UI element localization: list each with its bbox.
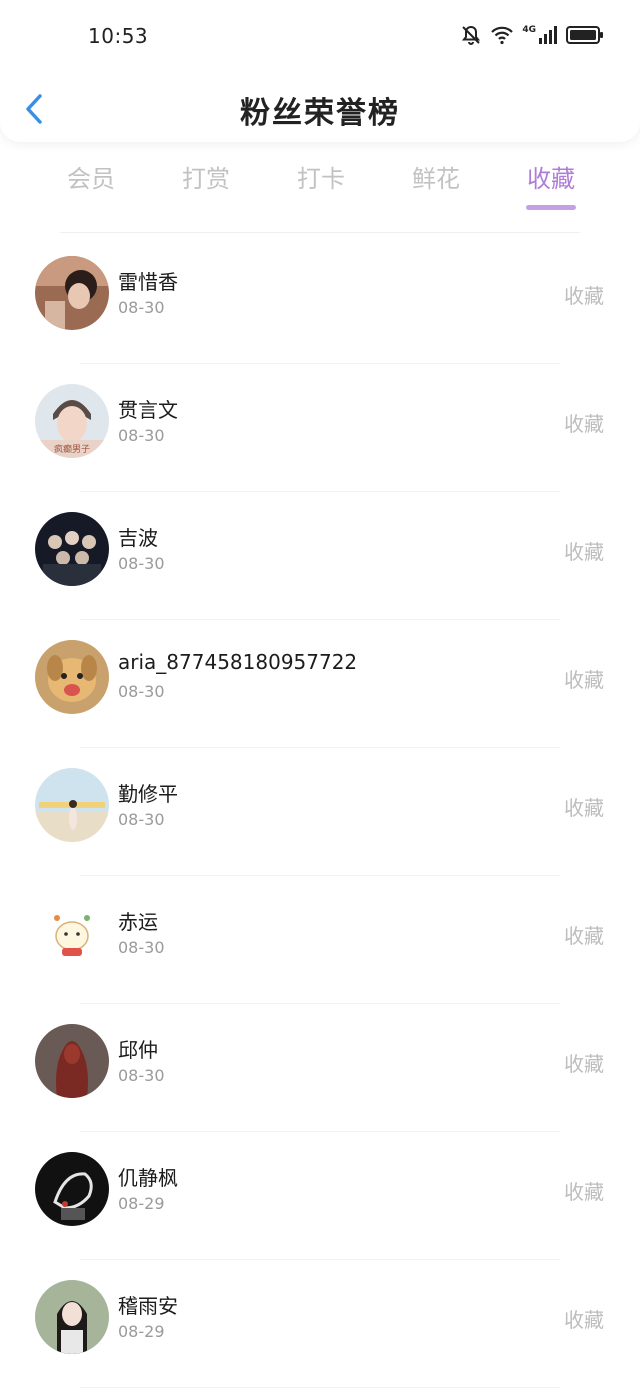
fan-date: 08-30 [118,554,165,573]
user-avatar[interactable] [35,1280,109,1354]
tab-label: 打卡 [297,165,345,193]
tab-label: 会员 [67,165,115,193]
user-avatar[interactable] [35,1152,109,1226]
list-item[interactable]: 邱仲 08-30 收藏 [0,1004,640,1132]
tab-member[interactable]: 会员 [36,160,146,218]
tab-bar: 会员 打赏 打卡 鲜花 收藏 [36,160,606,220]
svg-text:疯癫男子: 疯癫男子 [54,443,90,455]
status-icons: 4G [460,24,604,46]
fan-name: 仉静枫 [118,1166,178,1190]
signal-icon [539,26,557,44]
user-avatar[interactable] [35,640,109,714]
tab-favorites[interactable]: 收藏 [496,160,606,218]
list-item[interactable]: 仉静枫 08-29 收藏 [0,1132,640,1260]
list-item[interactable]: 吉波 08-30 收藏 [0,492,640,620]
tab-flowers[interactable]: 鲜花 [381,160,491,218]
tab-label: 鲜花 [412,165,460,193]
status-bar: 10:53 4G [0,0,640,72]
fan-name: 贯言文 [118,398,178,422]
tab-label: 打赏 [182,165,230,193]
favorite-action[interactable]: 收藏 [564,920,604,949]
user-avatar[interactable] [35,1024,109,1098]
tab-checkin[interactable]: 打卡 [266,160,376,218]
mute-bell-icon [462,25,481,45]
fan-date: 08-30 [118,426,165,445]
favorite-action[interactable]: 收藏 [564,408,604,437]
list-item[interactable]: 赤运 08-30 收藏 [0,876,640,1004]
battery-icon [566,26,603,44]
fan-name: 吉波 [118,526,158,550]
fan-date: 08-30 [118,298,165,317]
active-tab-underline [526,205,576,210]
fan-date: 08-30 [118,810,165,829]
divider [60,232,580,233]
list-item[interactable]: aria_877458180957722 08-30 收藏 [0,620,640,748]
fan-date: 08-30 [118,1066,165,1085]
favorite-action[interactable]: 收藏 [564,664,604,693]
favorite-action[interactable]: 收藏 [564,1304,604,1333]
fan-list: 雷惜香 08-30 收藏 疯癫男子 贯言文 08-30 收藏 吉波 08-30 … [0,236,640,1388]
list-item[interactable]: 疯癫男子 贯言文 08-30 收藏 [0,364,640,492]
favorite-action[interactable]: 收藏 [564,280,604,309]
header-bar: 10:53 4G 粉丝荣誉榜 [0,0,640,142]
user-avatar[interactable] [35,896,109,970]
wifi-icon [491,26,514,45]
tab-reward[interactable]: 打赏 [151,160,261,218]
favorite-action[interactable]: 收藏 [564,1176,604,1205]
fan-date: 08-29 [118,1194,165,1213]
list-item[interactable]: 雷惜香 08-30 收藏 [0,236,640,364]
network-label: 4G [522,25,536,35]
user-avatar[interactable] [35,512,109,586]
list-item[interactable]: 勤修平 08-30 收藏 [0,748,640,876]
fan-name: 稽雨安 [118,1294,178,1318]
favorite-action[interactable]: 收藏 [564,792,604,821]
tab-label: 收藏 [527,165,575,193]
fan-name: 赤运 [118,910,158,934]
user-avatar[interactable] [35,256,109,330]
page-title: 粉丝荣誉榜 [240,96,400,131]
fan-date: 08-30 [118,682,165,701]
status-time: 10:53 [88,24,149,48]
favorite-action[interactable]: 收藏 [564,536,604,565]
fan-name: 雷惜香 [118,270,178,294]
user-avatar[interactable]: 疯癫男子 [35,384,109,458]
user-avatar[interactable] [35,768,109,842]
fan-name: aria_877458180957722 [118,650,358,674]
fan-date: 08-29 [118,1322,165,1341]
fan-name: 勤修平 [118,782,178,806]
favorite-action[interactable]: 收藏 [564,1048,604,1077]
fan-name: 邱仲 [118,1038,158,1062]
fan-date: 08-30 [118,938,165,957]
